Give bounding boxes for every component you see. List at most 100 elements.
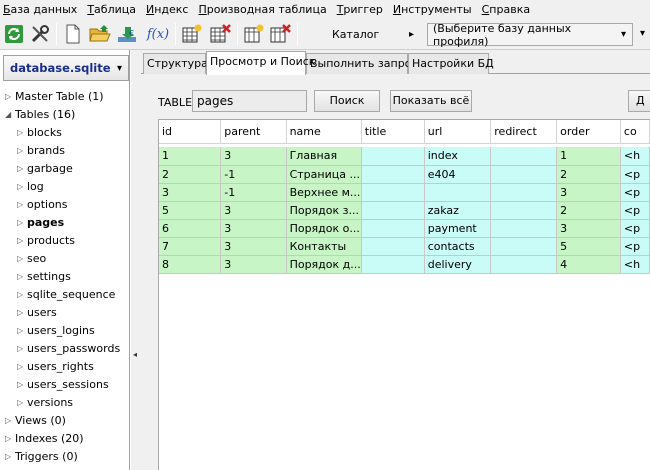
table-cell[interactable]: <p <box>620 165 650 184</box>
tree-item[interactable]: ▷ options <box>0 196 130 214</box>
table-cell[interactable]: zakaz <box>424 201 492 220</box>
tab-browse-search[interactable]: Просмотр и Поиск <box>206 51 315 75</box>
panel-splitter[interactable]: ◂ <box>131 50 141 470</box>
table-cell[interactable] <box>361 201 425 220</box>
table-cell[interactable] <box>361 183 425 202</box>
tree-expander-icon[interactable]: ▷ <box>5 412 11 430</box>
table-cell[interactable]: 8 <box>159 255 222 274</box>
table-cell[interactable]: Главная <box>286 147 362 166</box>
table-cell[interactable] <box>361 165 425 184</box>
table-cell[interactable]: <p <box>620 183 650 202</box>
table-cell[interactable]: <p <box>620 219 650 238</box>
tree-expander-icon[interactable]: ▷ <box>5 430 11 448</box>
show-all-button[interactable]: Показать всё <box>390 90 472 112</box>
table-cell[interactable] <box>361 237 425 256</box>
table-name-field[interactable]: pages <box>192 90 307 112</box>
tree-item[interactable]: ▷ blocks <box>0 124 130 142</box>
tree-expander-icon[interactable]: ▷ <box>17 268 23 286</box>
column-header[interactable]: parent <box>220 120 287 144</box>
table-cell[interactable]: 3 <box>220 201 287 220</box>
tree-item[interactable]: ▷ Master Table (1) <box>0 88 130 106</box>
table-cell[interactable]: <h <box>620 255 650 274</box>
table-cell[interactable] <box>361 147 425 166</box>
function-button[interactable]: f(x) <box>144 22 172 46</box>
catalog-button[interactable]: Каталог ▸ <box>302 22 422 46</box>
table-row[interactable]: 7 3 Контакты contacts 5 <p <box>159 237 650 256</box>
tree-item[interactable]: ▷ garbage <box>0 160 130 178</box>
menu-trigger[interactable]: Триггер <box>332 0 388 19</box>
delete-index-button[interactable] <box>268 22 292 46</box>
tree-item[interactable]: ▷ seo <box>0 250 130 268</box>
table-cell[interactable] <box>361 255 425 274</box>
delete-table-button[interactable] <box>208 22 232 46</box>
refresh-button[interactable] <box>2 22 26 46</box>
tree-item[interactable]: ▷ Triggers (0) <box>0 448 130 466</box>
table-cell[interactable]: -1 <box>220 165 287 184</box>
tree-item[interactable]: ▷ users <box>0 304 130 322</box>
table-row[interactable]: 1 3 Главная index 1 <h <box>159 147 650 166</box>
table-cell[interactable]: Верхнее м... <box>286 183 362 202</box>
tree-expander-icon[interactable]: ▷ <box>17 250 23 268</box>
export-button[interactable]: € <box>116 22 140 46</box>
table-cell[interactable]: Страница ... <box>286 165 362 184</box>
column-header[interactable]: co <box>620 120 650 144</box>
tree-expander-icon[interactable]: ▷ <box>17 394 23 412</box>
table-cell[interactable]: 3 <box>220 147 287 166</box>
menu-index[interactable]: Индекс <box>141 0 194 19</box>
tree-expander-icon[interactable]: ◢ <box>5 106 11 124</box>
tree-expander-icon[interactable]: ▷ <box>17 232 23 250</box>
open-folder-button[interactable] <box>88 22 112 46</box>
tree-expander-icon[interactable]: ▷ <box>17 358 23 376</box>
table-row[interactable]: 5 3 Порядок з... zakaz 2 <p <box>159 201 650 220</box>
tree-item[interactable]: ▷ products <box>0 232 130 250</box>
tree-expander-icon[interactable]: ▷ <box>17 160 23 178</box>
table-cell[interactable]: payment <box>424 219 492 238</box>
table-cell[interactable]: 2 <box>159 165 222 184</box>
table-cell[interactable]: 7 <box>159 237 222 256</box>
tree-item[interactable]: ▷ users_passwords <box>0 340 130 358</box>
table-cell[interactable]: 3 <box>556 219 621 238</box>
tree-expander-icon[interactable]: ▷ <box>17 178 23 196</box>
tools-button[interactable] <box>28 22 52 46</box>
tree-item[interactable]: ▷ versions <box>0 394 130 412</box>
tree-item[interactable]: ▷ Indexes (20) <box>0 430 130 448</box>
menu-view[interactable]: Производная таблица <box>193 0 331 19</box>
tree-expander-icon[interactable]: ▷ <box>17 214 23 232</box>
table-row[interactable]: 2 -1 Страница ... e404 2 <p <box>159 165 650 184</box>
table-cell[interactable] <box>490 183 558 202</box>
table-cell[interactable]: 3 <box>220 237 287 256</box>
table-cell[interactable] <box>361 219 425 238</box>
table-cell[interactable]: 6 <box>159 219 222 238</box>
table-cell[interactable]: 3 <box>220 219 287 238</box>
table-cell[interactable]: 3 <box>159 183 222 202</box>
table-cell[interactable]: 3 <box>556 183 621 202</box>
table-cell[interactable]: Контакты <box>286 237 362 256</box>
column-header[interactable]: redirect <box>490 120 558 144</box>
tree-expander-icon[interactable]: ▷ <box>5 448 11 466</box>
table-row[interactable]: 3 -1 Верхнее м... 3 <p <box>159 183 650 202</box>
table-cell[interactable]: index <box>424 147 492 166</box>
table-cell[interactable] <box>490 165 558 184</box>
tree-item[interactable]: ▷ log <box>0 178 130 196</box>
menu-table[interactable]: Таблица <box>82 0 141 19</box>
menu-database[interactable]: База данных <box>0 0 82 19</box>
table-cell[interactable]: Порядок д... <box>286 255 362 274</box>
create-index-button[interactable] <box>242 22 266 46</box>
table-cell[interactable]: contacts <box>424 237 492 256</box>
chevron-down-icon[interactable]: ▾ <box>640 28 645 39</box>
menu-help[interactable]: Справка <box>477 0 535 19</box>
table-cell[interactable]: Порядок о... <box>286 219 362 238</box>
tree-item[interactable]: ▷ pages <box>0 214 130 232</box>
tab-structure[interactable]: Структура <box>143 53 208 74</box>
table-cell[interactable]: 5 <box>159 201 222 220</box>
tab-execute-query[interactable]: Выполнить запрос <box>306 53 417 74</box>
tree-item[interactable]: ▷ users_sessions <box>0 376 130 394</box>
table-row[interactable]: 6 3 Порядок о... payment 3 <p <box>159 219 650 238</box>
table-cell[interactable]: 4 <box>556 255 621 274</box>
add-button[interactable]: Д <box>628 90 650 112</box>
create-table-button[interactable] <box>180 22 204 46</box>
column-header[interactable]: url <box>424 120 492 144</box>
table-cell[interactable]: 2 <box>556 165 621 184</box>
tree-item[interactable]: ▷ sqlite_sequence <box>0 286 130 304</box>
column-header[interactable]: id <box>159 120 222 144</box>
